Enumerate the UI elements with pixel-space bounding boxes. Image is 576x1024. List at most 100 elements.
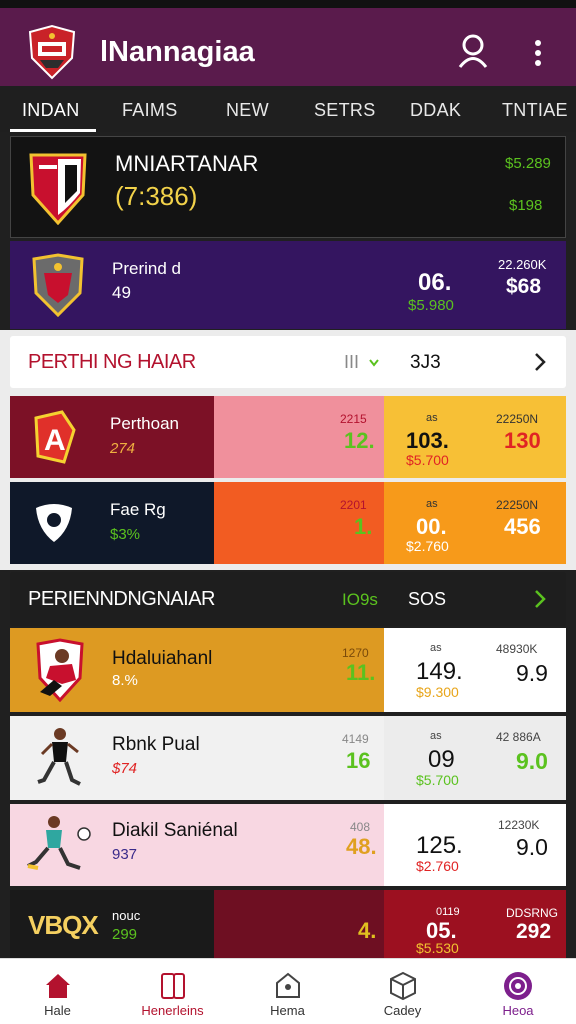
player-sub: $74 xyxy=(112,760,138,777)
player-row[interactable]: Diakil Saniénal 937 408 48. 125. $2.760 … xyxy=(10,804,566,886)
featured-team-name: MNIARTANAR xyxy=(115,151,259,176)
player-value-1: 11. xyxy=(346,660,376,685)
player-sub-2: $9.300 xyxy=(416,684,459,700)
nav-label: Henerleins xyxy=(141,1003,204,1018)
player-row[interactable]: Hdaluiahanl 8.% 1270 11. as 149. $9.300 … xyxy=(10,628,566,712)
phone-icon xyxy=(160,973,185,999)
club-badge-icon xyxy=(32,253,84,317)
team-top-2: as xyxy=(426,412,438,424)
team-value-1: 1. xyxy=(354,514,373,539)
home-icon xyxy=(45,974,70,998)
player-sub: 299 xyxy=(112,926,138,943)
player-sub-2: $2.760 xyxy=(416,858,459,874)
club-crest-logo xyxy=(28,24,76,80)
tab-indan[interactable]: INDAN xyxy=(22,100,80,121)
nav-label: Hema xyxy=(270,1003,305,1018)
player-name: Rbnk Pual xyxy=(112,734,200,755)
player-value-1: 16 xyxy=(346,748,371,773)
box-icon xyxy=(389,971,416,1001)
player-sub-2: $5.700 xyxy=(416,772,459,788)
player-sub: 937 xyxy=(112,846,138,863)
player-value-1: 48. xyxy=(346,834,377,859)
tab-setrs[interactable]: SETRS xyxy=(314,100,376,121)
player-row[interactable]: VBQX nouc 299 4. 0119 05. $5.530 DDSRNG … xyxy=(10,890,566,958)
nav-item-profile[interactable]: Heoa xyxy=(460,959,576,1024)
team-small-stat: 2215 xyxy=(340,412,367,426)
section-header-2[interactable]: PERIENNDNGNAIAR IO9s SOS xyxy=(10,572,566,626)
team-value-3: 130 xyxy=(504,428,541,453)
team-sub: $3% xyxy=(110,526,141,543)
team-value-3: 456 xyxy=(504,514,541,539)
main-value: 06. xyxy=(418,269,452,296)
section-count: 3J3 xyxy=(410,352,441,373)
player-top-3: 12230K xyxy=(498,818,540,832)
tab-faims[interactable]: FAIMS xyxy=(122,100,178,121)
section-indicator: III xyxy=(344,352,360,372)
player-top-3: DDSRNG xyxy=(506,906,559,920)
team-sub-2: $5.700 xyxy=(406,452,449,468)
team-value-2: 103. xyxy=(406,428,449,453)
tab-new[interactable]: NEW xyxy=(226,100,269,121)
player-value-3: 292 xyxy=(516,920,552,943)
player-top-3: 48930K xyxy=(496,642,538,656)
nav-item-tag[interactable]: Hema xyxy=(230,959,345,1024)
nav-item-phone[interactable]: Henerleins xyxy=(115,959,230,1024)
player-small-stat: 4149 xyxy=(342,732,369,746)
section-indicator: IO9s xyxy=(342,590,378,609)
tab-ddak[interactable]: DDAK xyxy=(410,100,461,121)
dropdown-small-icon xyxy=(369,359,379,367)
player-value-3: 9.9 xyxy=(516,660,548,686)
featured-card-2[interactable]: Prerind d 49 06. $5.980 22.260K $68 xyxy=(10,241,566,329)
player-name: Diakil Saniénal xyxy=(112,820,238,841)
app-title: lNannagiaa xyxy=(100,36,255,68)
team-top-2: as xyxy=(426,498,438,510)
player-value-3: 9.0 xyxy=(516,834,548,860)
section-header-1[interactable]: PERTHI NG HAIAR III 3J3 xyxy=(10,336,566,388)
player-value-3: 9.0 xyxy=(516,748,548,774)
team-name: Perthoan xyxy=(110,414,179,433)
right-value: $68 xyxy=(506,275,542,298)
team-wordmark: VBQX xyxy=(28,910,99,940)
nav-item-box[interactable]: Cadey xyxy=(345,959,460,1024)
chevron-right-icon[interactable] xyxy=(532,352,548,372)
svg-text:A: A xyxy=(44,424,66,457)
player-sub-2: $5.530 xyxy=(416,940,459,956)
right-top: 22.260K xyxy=(498,257,547,272)
player-top-2: as xyxy=(430,730,442,742)
user-icon[interactable] xyxy=(458,34,488,68)
app-header: lNannagiaa xyxy=(0,0,576,86)
player-value-2: 09 xyxy=(428,746,455,773)
team-row[interactable]: A Perthoan 274 2215 12. as 103. $5.700 2… xyxy=(10,396,566,478)
bottom-navigation: Hale Henerleins Hema Cadey Heoa xyxy=(0,958,576,1024)
team-value-2: 00. xyxy=(416,514,447,539)
nav-label: Hale xyxy=(44,1003,71,1018)
nav-item-home[interactable]: Hale xyxy=(0,959,115,1024)
team-name: Fae Rg xyxy=(110,500,166,519)
category-tabs: INDAN FAIMS NEW SETRS DDAK TNTIAE xyxy=(0,86,576,132)
section-title: PERTHI NG HAIAR xyxy=(28,351,196,373)
tab-tntiae[interactable]: TNTIAE xyxy=(502,100,568,121)
player-sub: 8.% xyxy=(112,672,138,689)
more-options-icon[interactable] xyxy=(528,38,548,68)
player-small-stat: 408 xyxy=(350,820,371,834)
featured-card[interactable]: MNIARTANAR (7:386) $5.289 $198 xyxy=(10,136,566,238)
team-name: Prerind d xyxy=(112,259,181,278)
player-figure-icon xyxy=(37,728,81,786)
active-tab-indicator xyxy=(10,129,96,132)
player-top-2: 0119 xyxy=(436,906,460,918)
player-label: nouc xyxy=(112,908,141,923)
team-row[interactable]: Fae Rg $3% 2201 1. as 00. $2.760 22250N … xyxy=(10,482,566,564)
player-row[interactable]: Rbnk Pual $74 4149 16 as 09 $5.700 42 88… xyxy=(10,716,566,800)
nav-label: Heoa xyxy=(502,1003,534,1018)
team-top-3: 22250N xyxy=(496,498,539,512)
team-logo-icon: A xyxy=(34,410,76,464)
player-value-2: 149. xyxy=(416,658,463,685)
team-sub-2: $2.760 xyxy=(406,538,449,554)
player-top-2: as xyxy=(430,642,442,654)
player-top-3: 42 886A xyxy=(496,730,541,744)
tag-icon xyxy=(275,972,300,998)
player-value-2: 125. xyxy=(416,832,463,859)
player-value-1: 4. xyxy=(358,918,377,943)
chevron-right-icon[interactable] xyxy=(532,589,548,609)
team-small-stat: 2201 xyxy=(340,498,367,512)
